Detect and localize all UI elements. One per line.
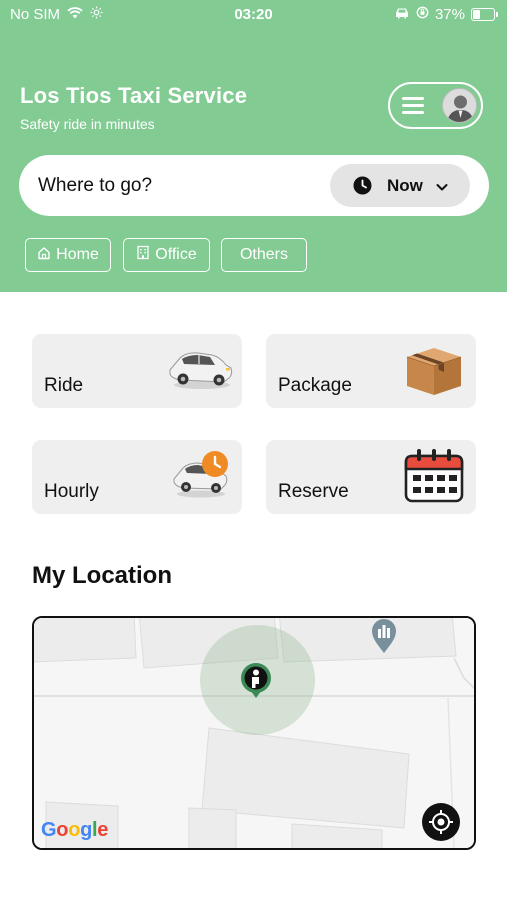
google-logo-letter: o	[68, 819, 81, 841]
car-status-icon	[394, 6, 410, 23]
service-ride-card[interactable]: Ride	[32, 334, 242, 408]
profile-menu-button[interactable]	[388, 82, 483, 129]
quick-place-label: Office	[155, 246, 197, 263]
quick-place-home[interactable]: Home	[25, 238, 111, 272]
orientation-lock-icon	[416, 6, 429, 23]
locate-me-button[interactable]	[422, 803, 460, 841]
package-box-icon	[403, 341, 465, 402]
google-logo-letter: G	[41, 819, 57, 841]
service-label: Package	[278, 375, 352, 396]
battery-percent: 37%	[434, 6, 465, 23]
status-right: 37%	[394, 6, 498, 23]
app-title: Los Tios Taxi Service	[20, 83, 248, 108]
location-map[interactable]: Google	[32, 616, 476, 850]
header-banner: No SIM 03:20 37% Los Tios Taxi Service S…	[0, 0, 507, 292]
pickup-time-value: Now	[387, 176, 423, 195]
user-avatar-icon[interactable]	[442, 88, 477, 123]
service-label: Ride	[44, 375, 84, 396]
calendar-icon	[404, 447, 464, 508]
quick-place-label: Home	[56, 246, 99, 263]
service-label: Reserve	[278, 481, 349, 502]
pickup-time-selector[interactable]: Now	[330, 164, 470, 207]
service-reserve-card[interactable]: Reserve	[266, 440, 476, 514]
service-label: Hourly	[44, 481, 99, 502]
hamburger-icon[interactable]	[402, 97, 424, 114]
destination-input[interactable]: Where to go?	[38, 175, 152, 197]
section-title-location: My Location	[32, 562, 173, 589]
map-pin-icon	[371, 618, 397, 659]
battery-icon	[471, 8, 498, 21]
quick-place-label: Others	[239, 246, 288, 263]
quick-place-others[interactable]: Others	[221, 238, 307, 272]
service-hourly-card[interactable]: Hourly	[32, 440, 242, 514]
chevron-down-icon	[436, 179, 448, 197]
clock-icon	[353, 176, 372, 200]
google-attribution: Google	[41, 819, 108, 842]
building-icon	[136, 245, 150, 265]
app-subtitle: Safety ride in minutes	[20, 116, 155, 132]
google-logo-letter: e	[97, 819, 109, 841]
car-clock-icon	[171, 450, 233, 505]
status-bar: No SIM 03:20 37%	[0, 0, 507, 30]
car-icon	[166, 344, 234, 397]
battery-level-fill	[473, 10, 480, 19]
google-logo-letter: g	[80, 819, 93, 841]
service-package-card[interactable]: Package	[266, 334, 476, 408]
google-logo-text: Google	[41, 819, 108, 841]
destination-search-bar[interactable]: Where to go? Now	[19, 155, 489, 216]
quick-place-office[interactable]: Office	[123, 238, 210, 272]
google-logo-letter: o	[56, 819, 69, 841]
locate-crosshair-icon[interactable]	[422, 803, 460, 841]
home-icon	[37, 246, 51, 265]
user-location-pin-icon	[239, 662, 273, 707]
